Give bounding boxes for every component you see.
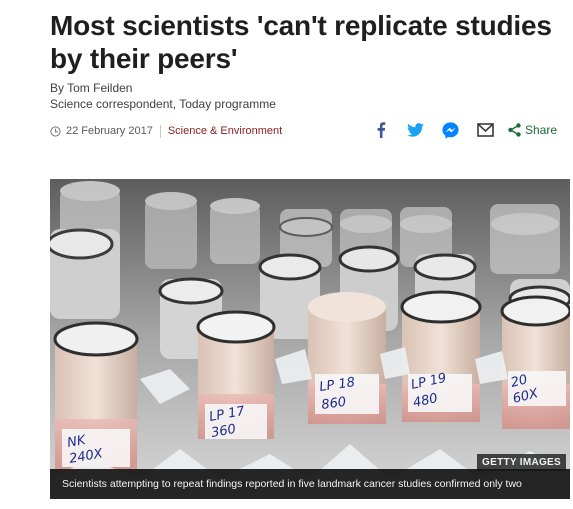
image-caption: Scientists attempting to repeat findings… (50, 469, 570, 499)
clock-icon (50, 125, 61, 137)
section-link[interactable]: Science & Environment (168, 125, 282, 137)
email-icon[interactable] (477, 121, 495, 139)
share-label: Share (524, 123, 557, 137)
hero-image: LP 18 860 LP 17 360 LP 19 480 NK 240X 20… (50, 179, 570, 499)
share-button[interactable]: Share (508, 123, 557, 137)
author-role: Science correspondent, Today programme (50, 97, 276, 111)
byline: By Tom Feilden Science correspondent, To… (50, 81, 276, 112)
twitter-icon[interactable] (407, 121, 425, 139)
share-icon (508, 123, 525, 137)
meta-divider (159, 124, 161, 138)
messenger-icon[interactable] (442, 121, 460, 139)
facebook-icon[interactable] (372, 121, 390, 139)
publish-date: 22 February 2017 (66, 125, 153, 137)
article-headline: Most scientists 'can't replicate studies… (50, 10, 552, 74)
share-bar: Share (355, 121, 557, 139)
author-name: By Tom Feilden (50, 81, 133, 95)
vials-photo: LP 18 860 LP 17 360 LP 19 480 NK 240X 20… (50, 179, 570, 499)
